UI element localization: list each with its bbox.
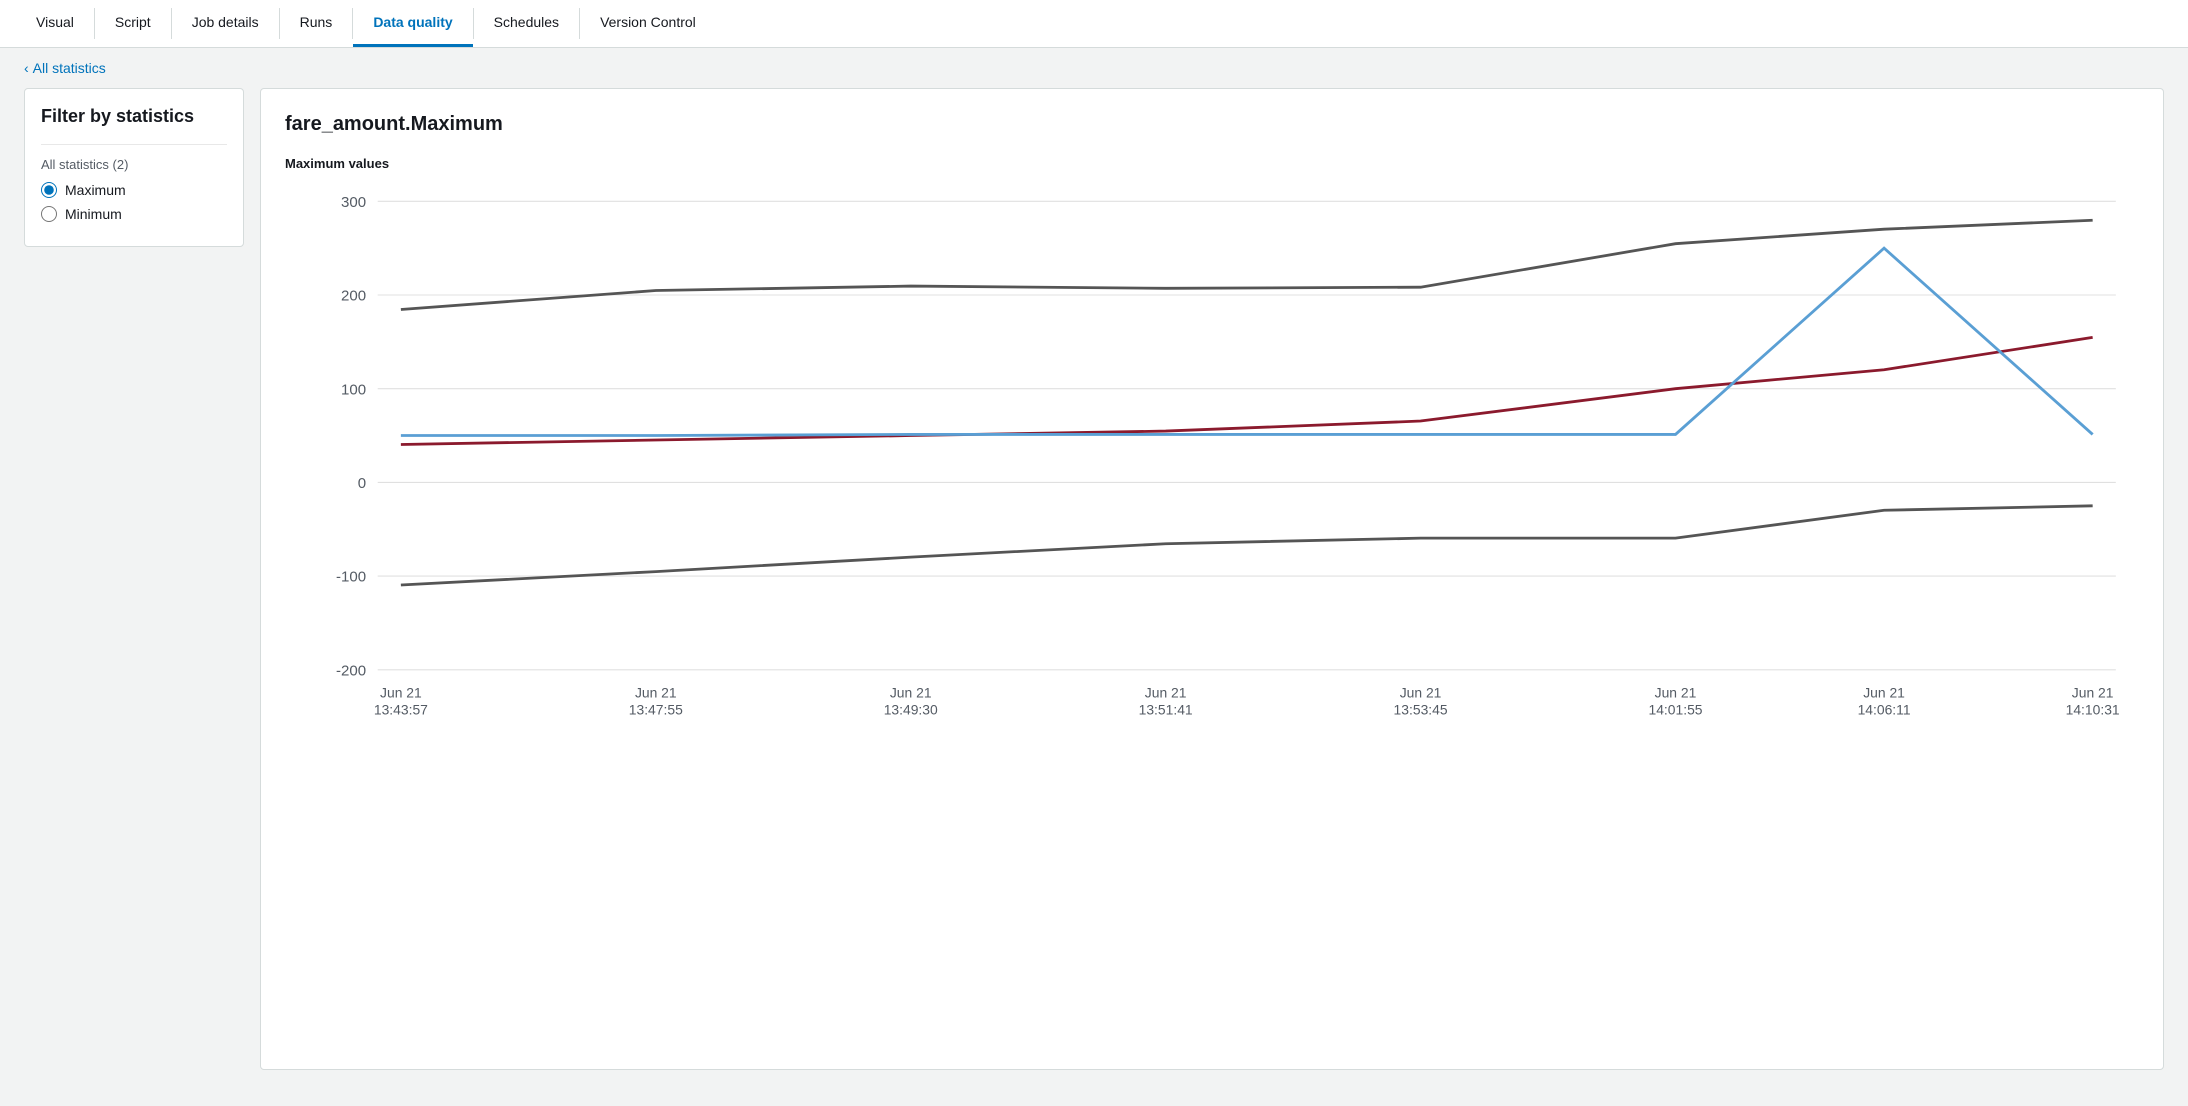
svg-text:Jun 21: Jun 21 xyxy=(890,686,932,701)
chart-area: fare_amount.Maximum Maximum values 300 2… xyxy=(260,88,2164,1070)
svg-text:-100: -100 xyxy=(336,570,366,586)
svg-text:13:43:57: 13:43:57 xyxy=(374,703,428,718)
svg-text:14:10:31: 14:10:31 xyxy=(2066,703,2120,718)
svg-text:100: 100 xyxy=(341,383,366,399)
tab-schedules[interactable]: Schedules xyxy=(474,0,579,47)
tab-visual[interactable]: Visual xyxy=(16,0,94,47)
filter-section-label: All statistics (2) xyxy=(41,144,227,172)
svg-text:13:49:30: 13:49:30 xyxy=(884,703,938,718)
radio-maximum[interactable]: Maximum xyxy=(41,182,227,198)
svg-text:0: 0 xyxy=(358,476,366,492)
svg-text:13:53:45: 13:53:45 xyxy=(1394,703,1448,718)
chart-svg: 300 200 100 0 -100 -200 xyxy=(285,179,2139,759)
tab-script[interactable]: Script xyxy=(95,0,171,47)
chart-title: fare_amount.Maximum xyxy=(285,113,2139,136)
chart-subtitle: Maximum values xyxy=(285,156,2139,171)
radio-minimum-input[interactable] xyxy=(41,206,57,222)
chevron-left-icon: ‹ xyxy=(24,60,29,76)
svg-text:Jun 21: Jun 21 xyxy=(1145,686,1187,701)
svg-text:300: 300 xyxy=(341,195,366,211)
chart-container: 300 200 100 0 -100 -200 xyxy=(285,179,2139,759)
tab-version-control[interactable]: Version Control xyxy=(580,0,716,47)
tab-runs[interactable]: Runs xyxy=(280,0,353,47)
breadcrumb-label: All statistics xyxy=(33,60,106,76)
all-statistics-link[interactable]: ‹ All statistics xyxy=(24,60,2164,76)
main-content: Filter by statistics All statistics (2) … xyxy=(0,88,2188,1094)
svg-text:200: 200 xyxy=(341,289,366,305)
svg-text:Jun 21: Jun 21 xyxy=(2072,686,2114,701)
breadcrumb: ‹ All statistics xyxy=(0,48,2188,88)
radio-maximum-label: Maximum xyxy=(65,182,126,198)
svg-text:Jun 21: Jun 21 xyxy=(1400,686,1442,701)
svg-text:14:01:55: 14:01:55 xyxy=(1648,703,1702,718)
radio-minimum-label: Minimum xyxy=(65,206,122,222)
svg-text:13:47:55: 13:47:55 xyxy=(629,703,683,718)
radio-minimum[interactable]: Minimum xyxy=(41,206,227,222)
top-navigation: Visual Script Job details Runs Data qual… xyxy=(0,0,2188,48)
filter-panel: Filter by statistics All statistics (2) … xyxy=(24,88,244,247)
svg-text:Jun 21: Jun 21 xyxy=(380,686,422,701)
radio-maximum-input[interactable] xyxy=(41,182,57,198)
tab-job-details[interactable]: Job details xyxy=(172,0,279,47)
svg-text:-200: -200 xyxy=(336,664,366,680)
svg-text:Jun 21: Jun 21 xyxy=(635,686,677,701)
svg-text:14:06:11: 14:06:11 xyxy=(1858,703,1911,718)
svg-text:Jun 21: Jun 21 xyxy=(1655,686,1697,701)
svg-text:13:51:41: 13:51:41 xyxy=(1139,703,1193,718)
filter-title: Filter by statistics xyxy=(41,105,227,128)
svg-text:Jun 21: Jun 21 xyxy=(1863,686,1905,701)
tab-data-quality[interactable]: Data quality xyxy=(353,0,472,47)
